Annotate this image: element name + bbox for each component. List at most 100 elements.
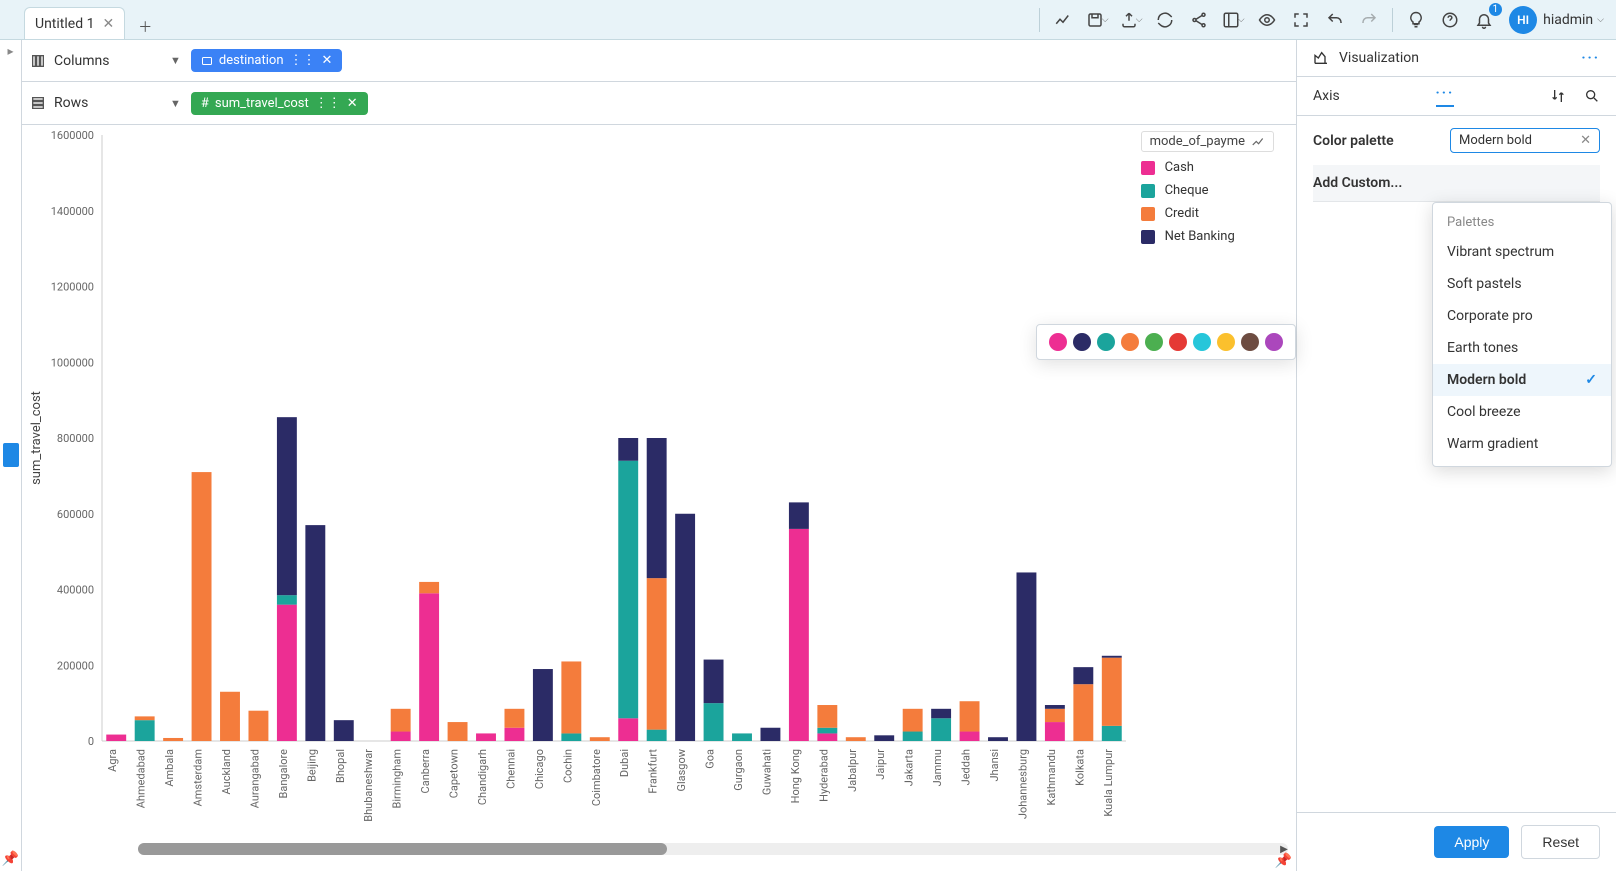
palette-option[interactable]: Earth tones bbox=[1433, 332, 1611, 364]
palette-dropdown-header: Palettes bbox=[1433, 209, 1611, 236]
palette-option-label: Corporate pro bbox=[1447, 308, 1533, 324]
export-icon[interactable]: ⌵ bbox=[1116, 5, 1146, 35]
svg-text:Glasgow: Glasgow bbox=[675, 748, 688, 791]
swatch bbox=[1049, 333, 1067, 351]
add-tab-button[interactable]: ＋ bbox=[133, 15, 157, 39]
column-pill-text: destination bbox=[219, 53, 284, 68]
reset-button[interactable]: Reset bbox=[1521, 825, 1600, 859]
chart[interactable]: 0200000400000600000800000100000012000001… bbox=[22, 125, 1296, 871]
palette-option[interactable]: Warm gradient bbox=[1433, 428, 1611, 460]
help-icon[interactable] bbox=[1435, 5, 1465, 35]
svg-text:Capetown: Capetown bbox=[448, 749, 461, 798]
add-custom-row[interactable]: Add Custom... bbox=[1313, 165, 1600, 202]
svg-text:Amsterdam: Amsterdam bbox=[192, 749, 205, 806]
columns-shelf[interactable]: Columns ▼ destination ⋮⋮ ✕ bbox=[22, 40, 1296, 82]
redo-icon[interactable] bbox=[1354, 5, 1384, 35]
svg-text:Gurgaon: Gurgaon bbox=[732, 749, 745, 791]
color-palette-label: Color palette bbox=[1313, 133, 1394, 149]
legend-item[interactable]: Net Banking bbox=[1141, 229, 1274, 244]
pin-icon[interactable]: 📌 bbox=[1275, 853, 1292, 869]
color-palette-field: Color palette Modern bold ✕ bbox=[1313, 128, 1600, 153]
left-rail-active-indicator[interactable] bbox=[3, 443, 19, 467]
swatch bbox=[1073, 333, 1091, 351]
svg-text:Frankfurt: Frankfurt bbox=[647, 749, 660, 794]
remove-pill-icon[interactable]: ✕ bbox=[322, 53, 333, 68]
rows-shelf[interactable]: Rows ▼ # sum_travel_cost ⋮⋮ ✕ bbox=[22, 82, 1296, 124]
remove-pill-icon[interactable]: ✕ bbox=[347, 96, 358, 111]
svg-text:1600000: 1600000 bbox=[51, 129, 94, 142]
right-panel-footer: Apply Reset bbox=[1297, 812, 1616, 871]
palette-dropdown: Palettes Vibrant spectrum Soft pastels Cor… bbox=[1432, 202, 1612, 467]
panel-toggle-icon[interactable]: ▸ bbox=[7, 44, 13, 58]
area-chart-icon bbox=[1313, 50, 1329, 66]
color-palette-combo[interactable]: Modern bold ✕ bbox=[1450, 128, 1600, 153]
user-menu[interactable]: HI hiadmin ⌵ bbox=[1509, 6, 1604, 34]
more-icon[interactable]: ··· bbox=[1581, 50, 1600, 66]
svg-text:Aurangabad: Aurangabad bbox=[248, 749, 261, 808]
lightbulb-icon[interactable] bbox=[1401, 5, 1431, 35]
palette-option[interactable]: Cool breeze bbox=[1433, 396, 1611, 428]
palette-option[interactable]: Soft pastels bbox=[1433, 268, 1611, 300]
palette-option-label: Soft pastels bbox=[1447, 276, 1522, 292]
svg-text:Kolkata: Kolkata bbox=[1073, 749, 1086, 786]
svg-text:Guwahati: Guwahati bbox=[760, 749, 773, 795]
chevron-down-icon: ⌵ bbox=[1597, 15, 1604, 25]
add-custom-label: Add Custom... bbox=[1313, 175, 1402, 191]
undo-icon[interactable] bbox=[1320, 5, 1350, 35]
right-panel-tabs: Axis ··· bbox=[1297, 77, 1616, 116]
legend-item[interactable]: Cash bbox=[1141, 160, 1274, 175]
search-icon[interactable] bbox=[1584, 88, 1600, 104]
user-avatar: HI bbox=[1509, 6, 1537, 34]
pin-icon[interactable]: 📌 bbox=[2, 851, 19, 867]
legend-item[interactable]: Credit bbox=[1141, 206, 1274, 221]
chevron-down-icon[interactable]: ▼ bbox=[170, 54, 181, 67]
row-pill[interactable]: # sum_travel_cost ⋮⋮ ✕ bbox=[191, 92, 368, 115]
chart-type-icon[interactable] bbox=[1048, 5, 1078, 35]
svg-text:Bhopal: Bhopal bbox=[334, 749, 347, 783]
clear-icon[interactable]: ✕ bbox=[1580, 133, 1591, 148]
file-tab[interactable]: Untitled 1 ✕ bbox=[24, 7, 125, 39]
legend-item-label: Cash bbox=[1165, 160, 1194, 175]
save-icon[interactable]: ⌵ bbox=[1082, 5, 1112, 35]
legend-title-box[interactable]: mode_of_payme bbox=[1141, 131, 1274, 152]
svg-text:Auckland: Auckland bbox=[220, 749, 233, 794]
top-bar: Untitled 1 ✕ ＋ ⌵ ⌵ ⌵ 1 HI hiadmin ⌵ bbox=[0, 0, 1616, 40]
sort-icon[interactable] bbox=[1550, 88, 1566, 104]
svg-text:Chandigarh: Chandigarh bbox=[476, 749, 489, 805]
pill-options-icon[interactable]: ⋮⋮ bbox=[315, 96, 341, 111]
axis-tab[interactable]: Axis bbox=[1313, 88, 1340, 104]
close-tab-icon[interactable]: ✕ bbox=[102, 16, 114, 32]
palette-option[interactable]: Vibrant spectrum bbox=[1433, 236, 1611, 268]
svg-text:sum_travel_cost: sum_travel_cost bbox=[29, 391, 44, 485]
color-palette-value: Modern bold bbox=[1459, 133, 1532, 148]
palette-option-label: Earth tones bbox=[1447, 340, 1518, 356]
palette-option[interactable]: Corporate pro bbox=[1433, 300, 1611, 332]
share-icon[interactable] bbox=[1184, 5, 1214, 35]
notification-icon[interactable]: 1 bbox=[1469, 5, 1499, 35]
hash-icon: # bbox=[201, 96, 209, 111]
pill-options-icon[interactable]: ⋮⋮ bbox=[290, 53, 316, 68]
chevron-down-icon[interactable]: ▼ bbox=[170, 97, 181, 110]
more-icon[interactable]: ··· bbox=[1436, 85, 1455, 107]
left-gutter: ▸ 📌 bbox=[0, 40, 22, 871]
swatch bbox=[1121, 333, 1139, 351]
svg-text:0: 0 bbox=[88, 735, 94, 748]
preview-icon[interactable] bbox=[1252, 5, 1282, 35]
column-pill[interactable]: destination ⋮⋮ ✕ bbox=[191, 49, 343, 72]
svg-text:Jabalpur: Jabalpur bbox=[846, 749, 859, 792]
swatch bbox=[1169, 333, 1187, 351]
right-panel: Visualization ··· Axis ··· Color palette… bbox=[1296, 40, 1616, 871]
right-panel-header: Visualization ··· bbox=[1297, 40, 1616, 77]
apply-button[interactable]: Apply bbox=[1434, 826, 1509, 858]
notification-badge: 1 bbox=[1489, 3, 1503, 16]
svg-text:Jaipur: Jaipur bbox=[874, 749, 887, 780]
palette-option[interactable]: Modern bold bbox=[1433, 364, 1611, 396]
svg-text:1000000: 1000000 bbox=[51, 356, 94, 369]
fullscreen-icon[interactable] bbox=[1286, 5, 1316, 35]
refresh-icon[interactable] bbox=[1150, 5, 1180, 35]
svg-text:Cochin: Cochin bbox=[561, 749, 574, 783]
layout-icon[interactable]: ⌵ bbox=[1218, 5, 1248, 35]
legend-item[interactable]: Cheque bbox=[1141, 183, 1274, 198]
chart-area: 0200000400000600000800000100000012000001… bbox=[22, 125, 1296, 871]
right-panel-body: Color palette Modern bold ✕ Add Custom..… bbox=[1297, 116, 1616, 812]
